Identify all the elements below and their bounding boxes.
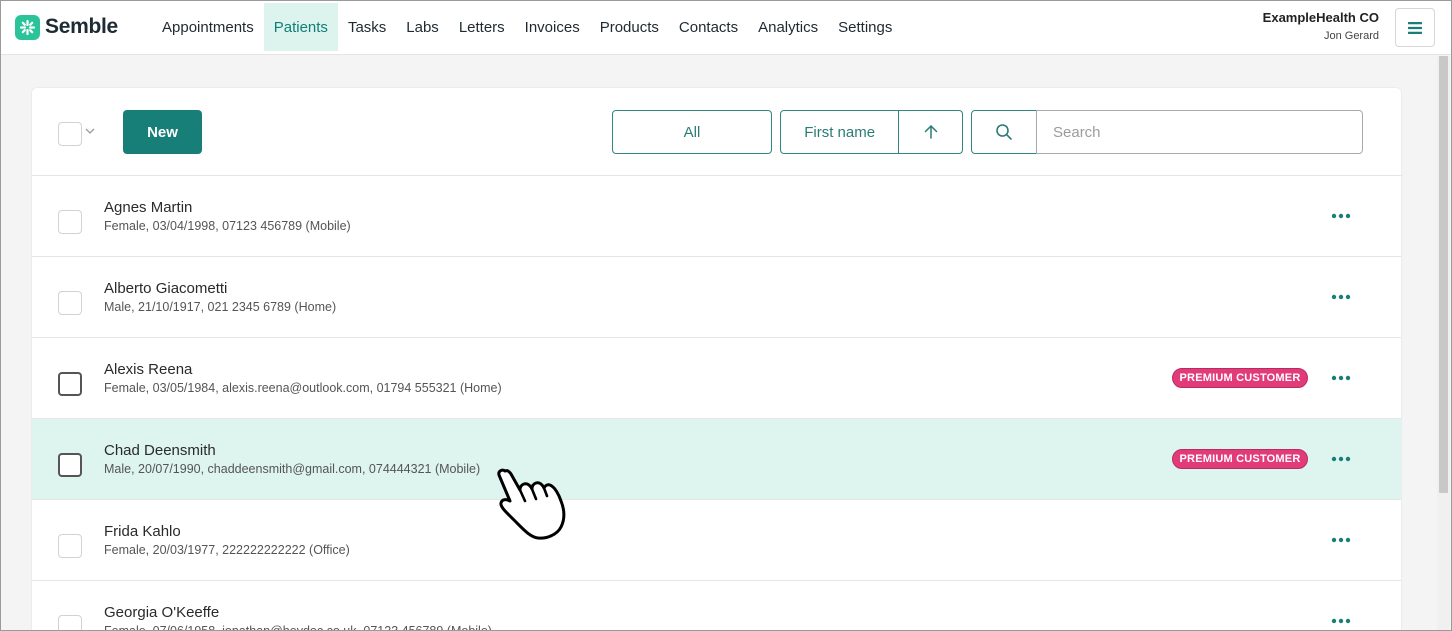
patient-row-checkbox[interactable] xyxy=(58,372,82,396)
premium-customer-badge: PREMIUM CUSTOMER xyxy=(1172,449,1308,469)
scrollbar-thumb[interactable] xyxy=(1439,56,1448,493)
patient-row-checkbox[interactable] xyxy=(58,453,82,477)
new-patient-button[interactable]: New xyxy=(123,110,202,154)
nav-item-tasks[interactable]: Tasks xyxy=(338,3,396,51)
search-input[interactable] xyxy=(1036,110,1363,154)
semble-logo-icon xyxy=(15,14,40,40)
filter-dropdown[interactable]: All xyxy=(612,110,772,154)
patient-details: Male, 21/10/1917, 021 2345 6789 (Home) xyxy=(104,300,337,314)
arrow-up-icon xyxy=(924,124,937,139)
account-info[interactable]: ExampleHealth CO Jon Gerard xyxy=(1263,9,1379,45)
search-button[interactable] xyxy=(971,110,1037,154)
row-more-options-button[interactable] xyxy=(1328,530,1354,550)
select-all-checkbox[interactable] xyxy=(58,122,82,146)
chevron-down-icon[interactable] xyxy=(84,125,96,137)
patient-name[interactable]: Agnes Martin xyxy=(104,199,192,217)
premium-customer-badge: PREMIUM CUSTOMER xyxy=(1172,368,1308,388)
patient-row-checkbox[interactable] xyxy=(58,210,82,234)
nav-item-appointments[interactable]: Appointments xyxy=(152,3,264,51)
main-nav: Appointments Patients Tasks Labs Letters… xyxy=(152,3,902,51)
more-horizontal-icon xyxy=(1331,294,1351,300)
page-scrollbar[interactable] xyxy=(1437,56,1450,630)
semble-logo[interactable]: Semble xyxy=(15,14,118,40)
nav-item-letters[interactable]: Letters xyxy=(449,3,515,51)
patient-row-checkbox[interactable] xyxy=(58,291,82,315)
top-navigation-bar: Semble Appointments Patients Tasks Labs … xyxy=(0,0,1452,55)
more-horizontal-icon xyxy=(1331,213,1351,219)
nav-item-analytics[interactable]: Analytics xyxy=(748,3,828,51)
nav-item-products[interactable]: Products xyxy=(590,3,669,51)
more-horizontal-icon xyxy=(1331,618,1351,624)
patient-details: Male, 20/07/1990, chaddeensmith@gmail.co… xyxy=(104,462,481,476)
nav-item-invoices[interactable]: Invoices xyxy=(515,3,590,51)
sort-control: First name xyxy=(780,110,963,154)
patient-name[interactable]: Chad Deensmith xyxy=(104,442,216,460)
patient-details: Female, 03/05/1984, alexis.reena@outlook… xyxy=(104,381,502,395)
row-more-options-button[interactable] xyxy=(1328,287,1354,307)
row-more-options-button[interactable] xyxy=(1328,611,1354,631)
user-name: Jon Gerard xyxy=(1323,30,1379,42)
patient-row[interactable]: Alberto Giacometti Male, 21/10/1917, 021 … xyxy=(32,257,1401,338)
nav-item-settings[interactable]: Settings xyxy=(828,3,902,51)
patient-name[interactable]: Frida Kahlo xyxy=(104,523,181,541)
patient-row-checkbox[interactable] xyxy=(58,534,82,558)
hamburger-menu-button[interactable] xyxy=(1395,8,1435,47)
patient-name[interactable]: Alberto Giacometti xyxy=(104,280,227,298)
more-horizontal-icon xyxy=(1331,456,1351,462)
patient-row[interactable]: Chad Deensmith Male, 20/07/1990, chaddeen… xyxy=(32,419,1401,500)
patient-name[interactable]: Georgia O'Keeffe xyxy=(104,604,219,622)
nav-item-patients[interactable]: Patients xyxy=(263,3,338,51)
search-icon xyxy=(996,124,1012,140)
patient-row[interactable]: Agnes Martin Female, 03/04/1998, 07123 45… xyxy=(32,176,1401,257)
row-more-options-button[interactable] xyxy=(1328,368,1354,388)
more-horizontal-icon xyxy=(1331,375,1351,381)
nav-item-contacts[interactable]: Contacts xyxy=(669,3,748,51)
row-more-options-button[interactable] xyxy=(1328,206,1354,226)
patient-row[interactable]: Alexis Reena Female, 03/05/1984, alexis.r… xyxy=(32,338,1401,419)
row-more-options-button[interactable] xyxy=(1328,449,1354,469)
patient-name[interactable]: Alexis Reena xyxy=(104,361,192,379)
patient-row[interactable]: Frida Kahlo Female, 20/03/1977, 222222222… xyxy=(32,500,1401,581)
sort-direction-button[interactable] xyxy=(899,111,962,153)
patient-details: Female, 20/03/1977, 222222222222 (Office… xyxy=(104,543,350,557)
nav-item-labs[interactable]: Labs xyxy=(396,3,449,51)
list-toolbar: New All First name xyxy=(32,88,1403,176)
patients-list-card: New All First name Agnes Martin Female, 0… xyxy=(31,87,1403,631)
patient-row[interactable]: Georgia O'Keeffe Female, 07/06/1958, jona… xyxy=(32,581,1401,631)
sort-field-select[interactable]: First name xyxy=(781,111,900,153)
patient-details: Female, 03/04/1998, 07123 456789 (Mobile… xyxy=(104,219,351,233)
hand-pointer-cursor-icon xyxy=(497,468,566,540)
patient-row-checkbox[interactable] xyxy=(58,615,82,631)
organisation-name: ExampleHealth CO xyxy=(1262,10,1379,25)
patient-details: Female, 07/06/1958, jonathan@heydoc.co.u… xyxy=(104,624,492,631)
hamburger-icon xyxy=(1408,21,1422,34)
semble-logo-text: Semble xyxy=(45,15,118,38)
more-horizontal-icon xyxy=(1331,537,1351,543)
